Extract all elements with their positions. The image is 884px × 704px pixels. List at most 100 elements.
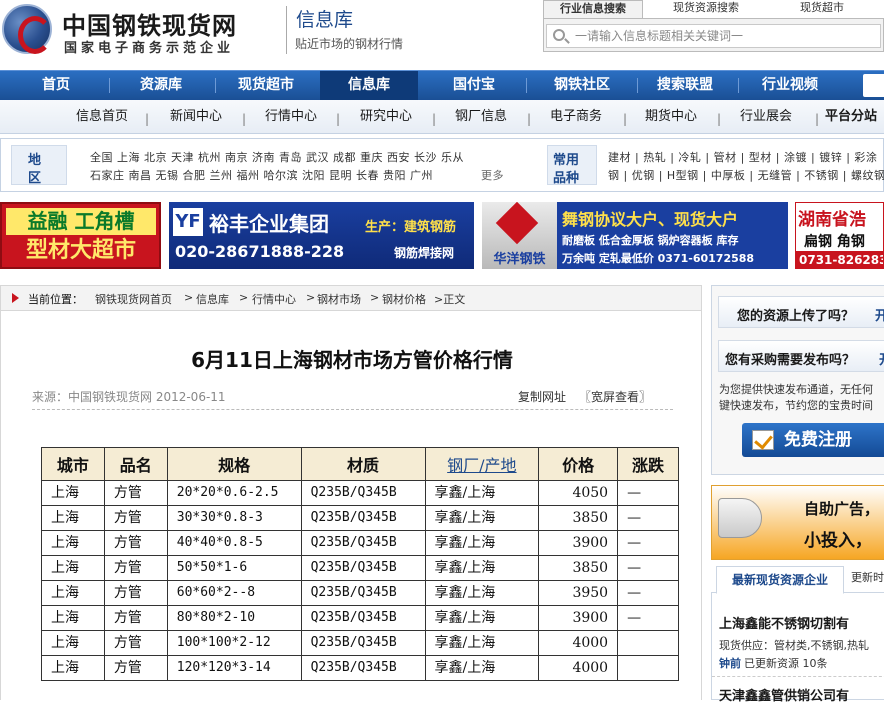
banner-ads: 益融 工角槽 型材大超市 YF 裕丰企业集团 生产：建筑钢筋 020-28671…	[0, 202, 884, 272]
copy-link-button[interactable]: 复制网址	[518, 388, 566, 405]
table-cell: 上海	[41, 630, 105, 656]
product-links-row1[interactable]: 建材 | 热轧 | 冷轧 | 管材 | 型材 | 涂镀 | 镀锌 | 彩涂	[608, 149, 877, 165]
company-1-name[interactable]: 上海鑫能不锈钢切割有	[719, 613, 849, 632]
yufeng-logo-icon: YF	[173, 208, 203, 236]
search-tabs: 行业信息搜索 现货资源搜索 现货超市	[543, 0, 884, 18]
article-source: 来源：中国钢铁现货网 2012-06-11	[32, 390, 226, 404]
nav-extra-button[interactable]	[863, 74, 884, 97]
region-more-link[interactable]: 更多	[481, 167, 504, 183]
table-cell: Q235B/Q345B	[300, 655, 426, 681]
site-logo-icon[interactable]	[2, 4, 52, 54]
tab-resource-search[interactable]: 现货资源搜索	[647, 0, 765, 18]
table-cell: 3900	[538, 530, 619, 556]
table-cell: 方管	[103, 505, 168, 531]
wide-view-button[interactable]: 〖宽屏查看〗	[579, 388, 651, 405]
subnav-branch-sites[interactable]: 平台分站	[825, 100, 884, 134]
table-cell: —	[617, 530, 679, 556]
table-cell: 方管	[103, 630, 168, 656]
self-ad-line1: 自助广告，	[804, 500, 880, 518]
sidebar-self-ad[interactable]: 自助广告， 小投入，	[711, 485, 884, 560]
table-cell	[617, 630, 679, 656]
purchase-more-link[interactable]: 开	[879, 349, 884, 368]
nav-resource-library[interactable]: 资源库	[118, 71, 204, 100]
price-table-body: 上海 方管 20*20*0.6-2.5 Q235B/Q345B 享鑫/上海 4050— 上海…	[41, 480, 679, 681]
subnav-info-home[interactable]: 信息首页	[62, 100, 142, 134]
nav-info-library[interactable]: 信息库	[320, 71, 418, 100]
breadcrumb-home[interactable]: 钢铁现货网首页	[95, 291, 172, 307]
nav-home[interactable]: 首页	[14, 71, 98, 100]
self-ad-line2: 小投入，	[804, 531, 872, 551]
table-cell: —	[617, 580, 679, 606]
subnav-market-center[interactable]: 行情中心	[251, 100, 331, 134]
table-cell: 方管	[103, 530, 168, 556]
tab-industry-search[interactable]: 行业信息搜索	[543, 0, 643, 18]
ad-hunan-banner[interactable]: 湖南省浩 扁钢 角钢 0731-826283	[795, 202, 884, 269]
section-title: 信息库	[296, 9, 354, 31]
ad-yufeng-tag2: 钢筋焊接网	[394, 246, 455, 260]
article-panel: 6月11日上海钢材市场方管价格行情 来源：中国钢铁现货网 2012-06-11 …	[0, 311, 702, 700]
ad-yufeng-phone: 020-28671888-228	[175, 242, 345, 261]
upload-more-link[interactable]: 开	[875, 305, 884, 324]
tab-update-time[interactable]: 更新时	[851, 569, 884, 585]
table-cell: 上海	[41, 605, 105, 631]
ad-yufeng-banner[interactable]: YF 裕丰企业集团 生产：建筑钢筋 020-28671888-228 钢筋焊接网	[169, 202, 474, 269]
subnav-research-center[interactable]: 研究中心	[346, 100, 426, 134]
purchase-question: 您有采购需要发布吗？	[725, 353, 856, 368]
breadcrumb-steel-price[interactable]: 钢材价格	[382, 291, 426, 307]
region-links-row2[interactable]: 石家庄 南昌 无锡 合肥 兰州 福州 哈尔滨 沈阳 昆明 长春 贵阳 广州	[90, 167, 433, 183]
ad-huayang-banner[interactable]: 华洋钢铁 舞钢协议大户、现货大户 耐磨板 低合金厚板 锅炉容器板 库存 万余吨 …	[482, 202, 788, 269]
nav-spot-market[interactable]: 现货超市	[222, 71, 310, 100]
company-2-name[interactable]: 天津鑫鑫管供销公司有	[719, 685, 849, 704]
breadcrumb-info-library[interactable]: 信息库	[196, 291, 229, 307]
ad-hunan-line3: 0731-826283	[796, 251, 883, 268]
ad-yirong-banner[interactable]: 益融 工角槽 型材大超市	[0, 202, 161, 269]
table-cell: Q235B/Q345B	[300, 630, 426, 656]
region-label: 地 区	[11, 145, 67, 186]
col-header-city: 城市	[41, 447, 105, 481]
table-cell: 3850	[538, 555, 619, 581]
search-input[interactable]: 一请输入信息标题相关关键词一	[546, 24, 881, 48]
product-links-row2[interactable]: 钢 | 优钢 | H型钢 | 中厚板 | 无缝管 | 不锈钢 | 螺纹钢	[608, 167, 884, 183]
table-cell: 80*80*2-10	[166, 605, 302, 631]
upload-resource-banner[interactable]: 您的资源上传了吗？ 开	[718, 296, 884, 328]
subnav-futures-center[interactable]: 期货中心	[631, 100, 711, 134]
table-cell: 方管	[103, 580, 168, 606]
tab-latest-enterprises[interactable]: 最新现货资源企业	[716, 566, 844, 594]
sub-nav: 信息首页 | 新闻中心 | 行情中心 | 研究中心 | 钢厂信息 | 电子商务 …	[0, 100, 884, 134]
subnav-ecommerce[interactable]: 电子商务	[536, 100, 616, 134]
company-1-update-name[interactable]: 钟前	[719, 655, 741, 671]
nav-guofubao[interactable]: 国付宝	[430, 71, 518, 100]
table-cell: 享鑫/上海	[424, 505, 540, 531]
tab-spot-market[interactable]: 现货超市	[768, 0, 876, 18]
breadcrumb-market-center[interactable]: 行情中心	[252, 291, 296, 307]
subnav-news-center[interactable]: 新闻中心	[156, 100, 236, 134]
col-header-mill-link[interactable]: 钢厂/产地	[424, 447, 540, 481]
ad-yirong-line2: 型材大超市	[25, 238, 136, 263]
breadcrumb-steel-market[interactable]: 钢材市场	[317, 291, 361, 307]
logo-title[interactable]: 中国钢铁现货网	[62, 6, 237, 41]
table-cell: 100*100*2-12	[166, 630, 302, 656]
nav-search-alliance[interactable]: 搜索联盟	[640, 71, 730, 100]
table-row: 上海 方管 60*60*2--8 Q235B/Q345B 享鑫/上海 3950—	[41, 580, 679, 606]
table-row: 上海 方管 50*50*1-6 Q235B/Q345B 享鑫/上海 3850—	[41, 555, 679, 581]
table-cell	[617, 655, 679, 681]
col-header-product: 品名	[103, 447, 168, 481]
ad-yufeng-tag: 生产：建筑钢筋	[365, 220, 457, 235]
nav-industry-video[interactable]: 行业视频	[746, 71, 834, 100]
subnav-trade-show[interactable]: 行业展会	[726, 100, 806, 134]
price-table: 城市 品名 规格 材质 钢厂/产地 价格 涨跌 上海 方管 20*20*0.6-2.…	[41, 447, 679, 681]
table-cell: 享鑫/上海	[424, 605, 540, 631]
table-cell: 4000	[538, 630, 619, 656]
table-cell: Q235B/Q345B	[300, 505, 426, 531]
enterprise-list: 上海鑫能不锈钢切割有 现货供应：管材类,不锈钢,热轧 钟前 已更新资源 10条 …	[711, 593, 884, 704]
subnav-mill-info[interactable]: 钢厂信息	[441, 100, 521, 134]
col-header-spec: 规格	[166, 447, 302, 481]
ad-yufeng-name: 裕丰企业集团	[209, 212, 329, 236]
region-links-row1[interactable]: 全国 上海 北京 天津 杭州 南京 济南 青岛 武汉 成都 重庆 西安 长沙 乐…	[90, 149, 464, 165]
table-cell: 4000	[538, 655, 619, 681]
breadcrumb-label: 当前位置：	[28, 293, 83, 306]
publish-purchase-banner[interactable]: 您有采购需要发布吗？ 开	[718, 340, 884, 372]
huayang-logo-panel: 华洋钢铁	[482, 202, 557, 269]
nav-steel-community[interactable]: 钢铁社区	[533, 71, 631, 100]
search-icon[interactable]	[553, 29, 565, 41]
